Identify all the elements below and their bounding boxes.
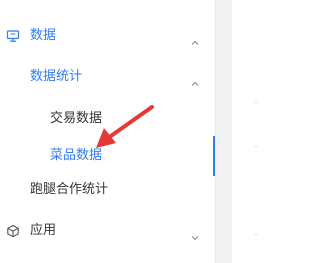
- active-item-indicator: [213, 136, 215, 176]
- chevron-up-icon: [190, 32, 200, 45]
- chevron-down-icon: [190, 227, 200, 241]
- sidebar-group-apps[interactable]: 应用: [0, 211, 213, 251]
- sidebar-group-data[interactable]: 数据: [0, 16, 213, 56]
- sidebar-group-data-label: 数据: [30, 28, 57, 43]
- panel-divider: [254, 102, 258, 103]
- panel-divider: [254, 146, 258, 147]
- sidebar-item-errand-stats[interactable]: 跑腿合作统计: [0, 170, 213, 210]
- panel-divider: [254, 234, 258, 235]
- app-stage: 数据 数据统计 交易数据 菜品数据 跑腿合作统计 应用: [0, 0, 258, 263]
- chevron-up-icon: [190, 73, 200, 86]
- sidebar-divider: [215, 0, 216, 263]
- monitor-icon: [6, 28, 20, 42]
- sidebar-item-errand-stats-label: 跑腿合作统计: [30, 182, 109, 197]
- sidebar-item-trade-data-label: 交易数据: [50, 111, 103, 126]
- sidebar-menu: 数据 数据统计 交易数据 菜品数据 跑腿合作统计 应用: [0, 0, 216, 263]
- content-panel: [232, 0, 258, 263]
- sidebar-item-trade-data[interactable]: 交易数据: [0, 99, 213, 139]
- cube-icon: [6, 223, 20, 238]
- sidebar-item-dish-data-label: 菜品数据: [50, 148, 103, 163]
- sidebar-subgroup-data-stats[interactable]: 数据统计: [0, 57, 213, 97]
- sidebar-subgroup-data-stats-label: 数据统计: [30, 69, 83, 84]
- sidebar-group-apps-label: 应用: [30, 223, 57, 238]
